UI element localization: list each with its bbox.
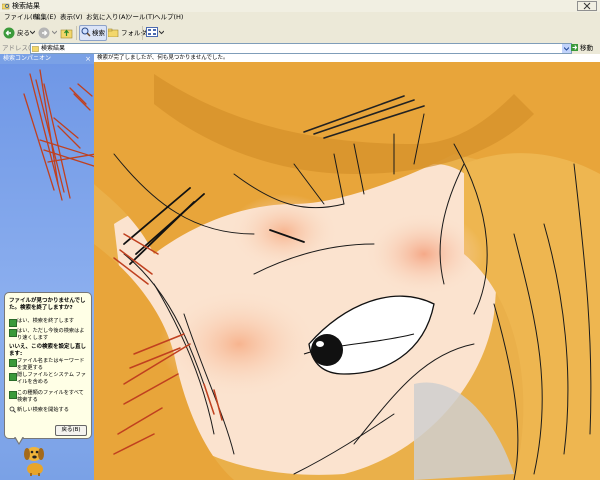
- menu-favorites[interactable]: お気に入り(A): [86, 13, 128, 22]
- menu-view[interactable]: 表示(V): [60, 13, 83, 22]
- folders-button[interactable]: フォルダ: [121, 28, 147, 38]
- address-dropdown[interactable]: [562, 44, 571, 53]
- arrow-bullet-icon: [9, 391, 17, 399]
- close-icon[interactable]: ×: [84, 55, 92, 63]
- search-dog-icon[interactable]: [22, 440, 48, 476]
- back-button[interactable]: 戻る(B): [55, 425, 87, 436]
- address-field[interactable]: 検索結果: [30, 43, 572, 54]
- magnifier-icon: [9, 406, 16, 413]
- toolbar: 戻る 検索 フォルダ: [0, 23, 600, 43]
- arrow-bullet-icon: [9, 359, 17, 367]
- folders-icon[interactable]: [108, 28, 119, 37]
- folder-search-icon: [32, 46, 39, 52]
- arrow-bullet-icon: [9, 319, 17, 327]
- option-new-search[interactable]: 新しい検索を開始する: [17, 407, 89, 414]
- title-bar: 検索結果: [0, 0, 600, 12]
- arrow-bullet-icon: [9, 329, 17, 337]
- chevron-down-icon[interactable]: [30, 29, 35, 35]
- search-pane-title: 検索コンパニオン: [3, 55, 52, 62]
- menu-help[interactable]: ヘルプ(H): [154, 13, 183, 22]
- go-button[interactable]: 移動: [580, 43, 593, 53]
- search-button-label: 検索: [92, 29, 105, 37]
- anime-girl-drawing: [94, 54, 600, 480]
- search-status-message: 検索が完了しましたが、何も見つかりませんでした。: [97, 55, 229, 61]
- chevron-down-icon: [564, 47, 569, 51]
- folder-search-icon: [2, 3, 10, 10]
- window-title: 検索結果: [12, 2, 40, 10]
- search-result-heading: ファイルが見つかりませんでした。検索を終了しますか?: [9, 298, 86, 311]
- refine-heading: いいえ、この検索を設定し直します:: [9, 344, 87, 357]
- search-icon: [81, 27, 91, 37]
- search-status-bar: 検索が完了しましたが、何も見つかりませんでした。: [94, 54, 600, 62]
- chevron-down-icon[interactable]: [159, 29, 164, 35]
- option-include-hidden[interactable]: 隠しファイルとシステム ファイルを含める: [17, 372, 89, 385]
- toolbar-separator: [142, 26, 143, 40]
- menu-tools[interactable]: ツール(T): [126, 13, 155, 22]
- back-button[interactable]: 戻る: [17, 28, 30, 38]
- go-arrow-icon[interactable]: [571, 44, 578, 51]
- chevron-down-icon[interactable]: [52, 29, 57, 35]
- menu-bar: ファイル(F) 編集(E) 表示(V) お気に入り(A) ツール(T) ヘルプ(…: [0, 12, 600, 23]
- forward-arrow-icon[interactable]: [38, 27, 50, 39]
- search-pane-header: 検索コンパニオン ×: [0, 54, 94, 64]
- menu-edit[interactable]: 編集(E): [34, 13, 56, 22]
- option-change-keyword[interactable]: ファイル名またはキーワードを変更する: [17, 358, 89, 371]
- assistant-balloon: ファイルが見つかりませんでした。検索を終了しますか? はい、検索を終了します は…: [4, 292, 92, 439]
- arrow-bullet-icon: [9, 373, 17, 381]
- back-arrow-icon[interactable]: [3, 27, 15, 39]
- option-finish-faster[interactable]: はい、ただし今後の検索はより速くします: [17, 328, 89, 341]
- toolbar-separator: [76, 26, 77, 40]
- views-icon[interactable]: [146, 27, 158, 37]
- address-value: 検索結果: [41, 45, 66, 52]
- results-pane: 検索が完了しましたが、何も見つかりませんでした。: [94, 54, 600, 480]
- close-icon[interactable]: [577, 1, 597, 11]
- option-search-all-type[interactable]: この種類のファイルをすべて検索する: [17, 390, 89, 403]
- up-folder-icon[interactable]: [60, 26, 73, 39]
- option-finish-search[interactable]: はい、検索を終了します: [17, 318, 89, 325]
